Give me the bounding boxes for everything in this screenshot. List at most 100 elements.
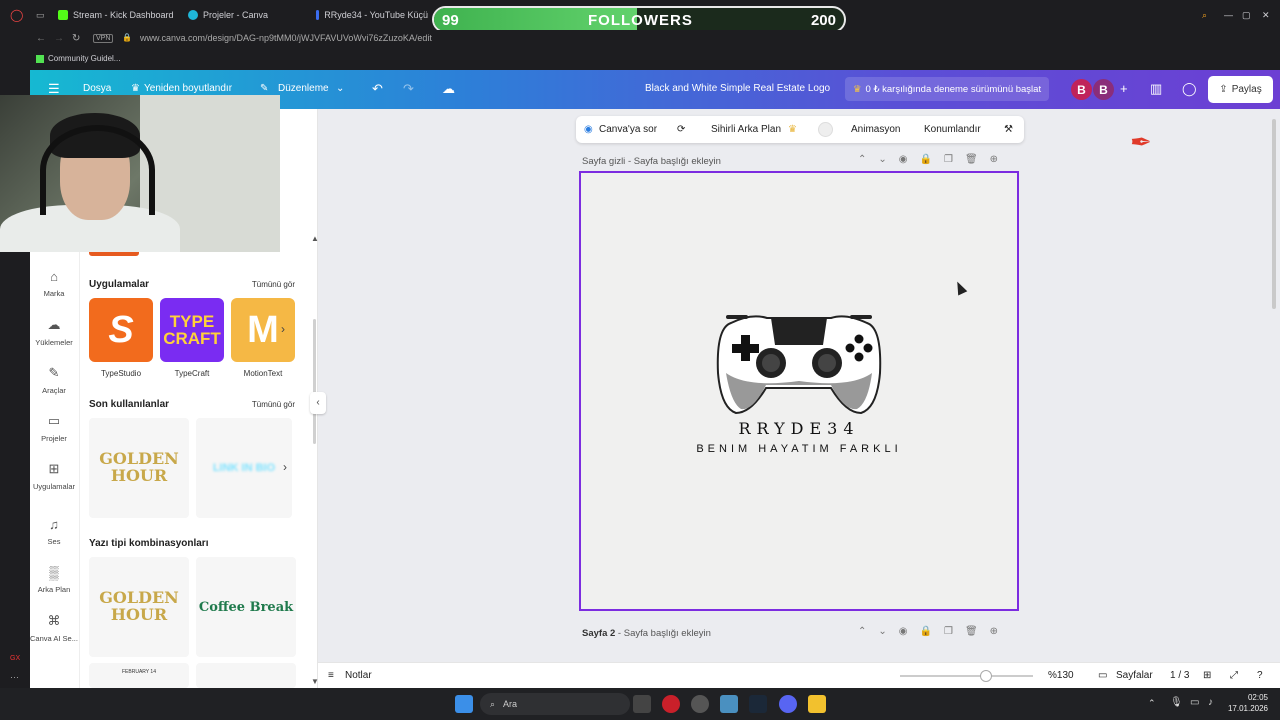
sidebar-item-apps[interactable]: ⊞ Uygulamalar xyxy=(30,461,78,491)
minimize-icon[interactable]: — xyxy=(1224,5,1233,25)
opera-gx-icon[interactable] xyxy=(662,695,680,713)
tab-canva[interactable]: Projeler - Canva xyxy=(188,5,308,25)
zoom-level[interactable]: %130 xyxy=(1048,670,1074,681)
duplicate-icon[interactable]: ❐ xyxy=(944,154,965,165)
chevron-up-icon[interactable]: ⌃ xyxy=(858,154,878,165)
add-collaborator-icon[interactable]: + xyxy=(1120,81,1128,96)
font-combo-card[interactable]: Coffee Break xyxy=(196,557,296,657)
notes-button[interactable]: Notlar xyxy=(345,670,372,681)
sidebar-item-projects[interactable]: ▭ Projeler xyxy=(30,413,78,443)
bookmark-community-guidelines[interactable]: Community Guidel... xyxy=(36,54,120,63)
recent-template-card[interactable]: LINK IN BIO xyxy=(196,418,292,518)
design-title[interactable]: Black and White Simple Real Estate Logo xyxy=(645,83,830,94)
zoom-slider-knob[interactable] xyxy=(980,670,993,682)
font-combo-card[interactable]: GOLDEN HOUR xyxy=(89,557,189,657)
avatar[interactable]: B xyxy=(1093,79,1114,100)
regenerate-icon[interactable]: ⟳ xyxy=(677,124,685,135)
trash-icon[interactable]: 🗑 xyxy=(965,154,990,165)
position-button[interactable]: Konumlandır xyxy=(924,124,981,135)
help-icon[interactable]: ? xyxy=(1257,670,1263,681)
redo-icon[interactable]: ↷ xyxy=(403,81,414,97)
chevron-right-icon[interactable]: › xyxy=(283,460,287,474)
gamepad-logo[interactable] xyxy=(581,173,1017,609)
resize-menu[interactable]: Yeniden boyutlandır xyxy=(144,83,232,94)
lock-icon[interactable]: 🔒 xyxy=(920,626,944,637)
tray-chevron-icon[interactable]: ⌃ xyxy=(1148,698,1156,709)
close-icon[interactable]: ✕ xyxy=(1262,5,1270,25)
recent-see-all-link[interactable]: Tümünü gör xyxy=(252,400,295,409)
url-field[interactable]: www.canva.com/design/DAG-np9tMM0/jWJVFAV… xyxy=(140,33,432,43)
color-swatch[interactable] xyxy=(818,122,833,137)
app-card-typecraft[interactable]: TYPE CRAFT TypeCraft xyxy=(160,298,224,378)
vpn-badge[interactable]: VPN xyxy=(93,34,114,43)
eye-icon[interactable]: ◉ xyxy=(899,626,920,637)
notes-icon[interactable]: ≡ xyxy=(328,670,334,681)
gx-icon[interactable]: GX xyxy=(10,655,20,662)
chevron-down-icon[interactable]: ⌄ xyxy=(878,626,898,637)
back-icon[interactable]: ← xyxy=(36,33,46,44)
workspace-icon[interactable]: ▭ xyxy=(36,5,45,25)
trash-icon[interactable]: 🗑 xyxy=(965,626,990,637)
chevron-down-icon[interactable]: ⌄ xyxy=(878,154,898,165)
magic-background-button[interactable]: Sihirli Arka Plan xyxy=(711,124,781,135)
eye-icon[interactable]: ◉ xyxy=(899,154,920,165)
animation-button[interactable]: Animasyon xyxy=(851,124,900,135)
duplicate-icon[interactable]: ❐ xyxy=(944,626,965,637)
sidebar-item-brand[interactable]: ⌂ Marka xyxy=(30,269,78,298)
canvas-scrollbar[interactable] xyxy=(1272,119,1276,309)
font-combo-card[interactable] xyxy=(196,663,296,688)
reload-icon[interactable]: ↻ xyxy=(72,33,80,44)
page-1-header[interactable]: Sayfa gizli - Sayfa başlığı ekleyin xyxy=(582,156,721,167)
edit-menu[interactable]: Düzenleme xyxy=(278,83,329,94)
share-button[interactable]: ⇪ Paylaş xyxy=(1208,76,1273,103)
taskbar-clock[interactable]: 02:05 17.01.2026 xyxy=(1228,693,1268,715)
font-combo-card[interactable]: FEBRUARY 14 xyxy=(89,663,189,688)
fullscreen-icon[interactable]: ⤢ xyxy=(1230,670,1238,681)
page-1-controls[interactable]: ⌃⌄◉🔒❐🗑⊕ xyxy=(858,154,1010,165)
taskbar-search[interactable]: ⌕ Ara xyxy=(480,693,630,715)
sidebar-item-background[interactable]: ▒ Arka Plan xyxy=(30,565,78,594)
volume-icon[interactable]: ♪ xyxy=(1208,697,1213,708)
windows-start-icon[interactable] xyxy=(455,695,473,713)
file-menu[interactable]: Dosya xyxy=(83,83,111,94)
start-trial-button[interactable]: ♛ 0 ₺ karşılığında deneme sürümünü başla… xyxy=(845,77,1050,101)
app-card-typestudio[interactable]: S TypeStudio xyxy=(89,298,153,378)
panel-scrollbar[interactable] xyxy=(313,319,316,444)
analytics-icon[interactable]: ▥ xyxy=(1150,81,1162,97)
sidebar-item-canva-ai[interactable]: ⌘ Canva AI Se... xyxy=(30,613,78,643)
recent-template-card[interactable]: GOLDEN HOUR xyxy=(89,418,189,518)
page-2-header[interactable]: Sayfa 2 - Sayfa başlığı ekleyin xyxy=(582,628,711,639)
tab-kick[interactable]: Stream - Kick Dashboard xyxy=(58,5,183,25)
forward-icon[interactable]: → xyxy=(54,33,64,44)
file-explorer-icon[interactable] xyxy=(808,695,826,713)
cloud-sync-icon[interactable]: ☁ xyxy=(442,81,455,97)
format-paint-icon[interactable]: ⚒ xyxy=(1004,124,1013,135)
steam-icon[interactable] xyxy=(749,695,767,713)
opera-menu-icon[interactable]: ◯ xyxy=(10,5,23,25)
page-2-controls[interactable]: ⌃⌄◉🔒❐🗑⊕ xyxy=(858,626,1010,637)
collapse-panel-icon[interactable]: ‹ xyxy=(310,392,326,414)
microphone-icon[interactable]: 🎙 xyxy=(1170,697,1183,708)
maximize-icon[interactable]: ▢ xyxy=(1242,5,1251,25)
chevron-right-icon[interactable]: › xyxy=(281,322,285,336)
sidebar-item-tools[interactable]: ✎ Araçlar xyxy=(30,365,78,395)
app-icon[interactable] xyxy=(720,695,738,713)
more-icon[interactable]: ··· xyxy=(10,672,19,682)
chevron-up-icon[interactable]: ⌃ xyxy=(858,626,878,637)
search-icon[interactable]: ⌕ xyxy=(1202,5,1207,25)
lock-icon[interactable]: 🔒 xyxy=(920,154,944,165)
ask-canva-button[interactable]: Canva'ya sor xyxy=(599,124,657,135)
add-page-icon[interactable]: ⊕ xyxy=(990,626,1010,637)
chevron-down-icon[interactable]: ⌄ xyxy=(336,83,344,94)
network-icon[interactable]: ▭ xyxy=(1190,697,1199,708)
comment-icon[interactable]: ◯ xyxy=(1182,81,1197,97)
app-card-motiontext[interactable]: M MotionText xyxy=(231,298,295,378)
zoom-slider[interactable] xyxy=(900,670,1033,682)
add-page-icon[interactable]: ⊕ xyxy=(990,154,1010,165)
tab-youtube[interactable]: RRyde34 - YouTube Küçü xyxy=(316,5,428,25)
obs-icon[interactable] xyxy=(691,695,709,713)
avatar[interactable]: B xyxy=(1071,79,1092,100)
apps-see-all-link[interactable]: Tümünü gör xyxy=(252,280,295,289)
sidebar-item-audio[interactable]: ♫ Ses xyxy=(30,517,78,546)
task-view-icon[interactable] xyxy=(633,695,651,713)
